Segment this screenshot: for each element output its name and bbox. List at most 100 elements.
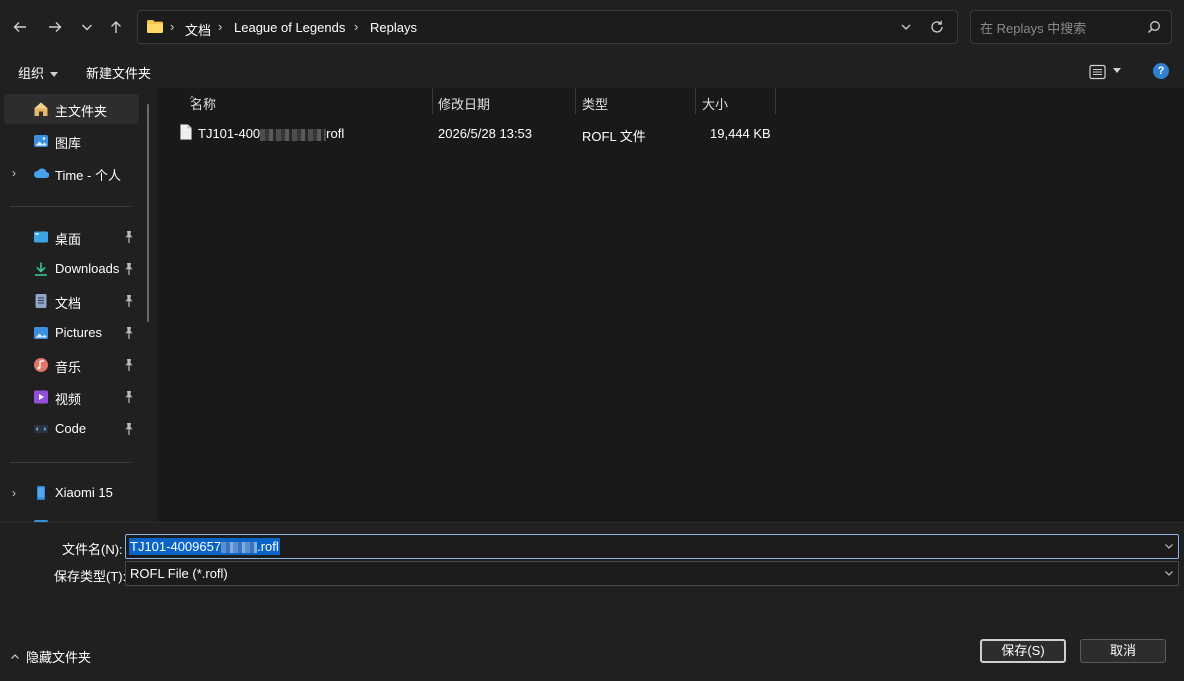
list-view-icon — [1089, 64, 1106, 80]
sidebar-item-partial[interactable] — [4, 510, 139, 522]
sidebar-item-label: Downloads — [55, 261, 120, 276]
sidebar-item-label: 主文件夹 — [55, 104, 108, 119]
pin-icon[interactable] — [123, 358, 135, 372]
file-name-suffix: rofl — [326, 126, 345, 141]
sidebar-item-label: Time - 个人 — [55, 168, 121, 183]
file-type-select[interactable]: ROFL File (*.rofl) — [125, 561, 1179, 586]
filename-suffix: .rofl — [257, 539, 279, 554]
hide-folders-label: 隐藏文件夹 — [26, 650, 92, 665]
video-icon — [34, 390, 48, 404]
code-icon — [34, 425, 48, 433]
pin-icon[interactable] — [123, 390, 135, 404]
sort-ascending-icon: ^ — [190, 94, 195, 104]
new-folder-button[interactable]: 新建文件夹 — [86, 63, 151, 82]
home-icon — [34, 102, 48, 116]
document-icon — [35, 294, 47, 308]
search-icon[interactable] — [1147, 20, 1161, 34]
pin-icon[interactable] — [123, 326, 135, 340]
filename-field[interactable]: TJ101-4009657 .rofl — [125, 534, 1179, 559]
arrow-right-icon — [49, 22, 62, 32]
file-name-prefix: TJ101-400 — [198, 126, 261, 141]
phone-icon — [37, 486, 45, 500]
chevron-down-icon[interactable] — [1164, 568, 1174, 578]
hide-folders-toggle[interactable]: 隐藏文件夹 — [10, 647, 91, 666]
sidebar-item-label: 文档 — [55, 296, 82, 311]
save-button[interactable]: 保存(S) — [980, 639, 1066, 663]
filename-label: 文件名(N): — [62, 542, 123, 557]
arrow-up-icon — [111, 21, 121, 33]
file-type-label: 保存类型(T): — [54, 569, 127, 584]
chevron-down-icon[interactable] — [1164, 541, 1174, 551]
pin-icon[interactable] — [123, 262, 135, 276]
sidebar-item-label: Xiaomi 15 — [55, 485, 113, 500]
column-header-modified[interactable]: 修改日期 — [432, 88, 576, 114]
file-list: 名称 ^ 修改日期 类型 大小 TJ101-400 rofl 2026/5/28 … — [158, 88, 1184, 522]
sidebar-item-pictures[interactable]: Pictures — [4, 318, 139, 348]
breadcrumb-separator: › — [170, 19, 175, 34]
desktop-icon — [34, 231, 48, 243]
back-button[interactable] — [7, 14, 33, 40]
sidebar-item-music[interactable]: 音乐 — [4, 350, 139, 380]
sidebar-item-xiaomi-15[interactable]: › Xiaomi 15 — [4, 478, 139, 508]
pin-icon[interactable] — [123, 422, 135, 436]
breadcrumb-replays[interactable]: Replays — [370, 20, 417, 35]
sidebar-item-downloads[interactable]: Downloads — [4, 254, 139, 284]
chevron-right-icon[interactable]: › — [12, 166, 22, 180]
sidebar-item-desktop[interactable]: 桌面 — [4, 222, 139, 252]
sidebar-item-documents[interactable]: 文档 — [4, 286, 139, 316]
cancel-button[interactable]: 取消 — [1080, 639, 1166, 663]
chevron-down-icon — [82, 24, 92, 31]
sidebar-item-label: 图库 — [55, 136, 82, 151]
sidebar-item-videos[interactable]: 视频 — [4, 382, 139, 412]
organize-button[interactable]: 组织 — [18, 63, 59, 82]
pin-icon[interactable] — [123, 294, 135, 308]
pin-icon[interactable] — [123, 230, 135, 244]
address-history-chevron-icon[interactable] — [899, 20, 913, 34]
sidebar-item-code[interactable]: Code — [4, 414, 139, 444]
address-bar[interactable]: › 文档 › League of Legends › Replays — [137, 10, 958, 44]
breadcrumb-documents[interactable]: 文档 — [185, 20, 211, 39]
breadcrumb-league-of-legends[interactable]: League of Legends — [234, 20, 345, 35]
file-modified: 2026/5/28 13:53 — [438, 126, 532, 141]
command-bar: 组织 新建文件夹 ? — [0, 56, 1184, 88]
filename-prefix: TJ101-4009657 — [130, 539, 222, 554]
sidebar-item-onedrive[interactable]: › Time - 个人 — [4, 158, 139, 188]
column-header-label: 类型 — [582, 97, 609, 112]
view-options-button[interactable] — [1087, 62, 1127, 82]
arrow-left-icon — [13, 22, 26, 32]
organize-label: 组织 — [18, 66, 45, 81]
up-button[interactable] — [103, 14, 129, 40]
sidebar-item-home[interactable]: 主文件夹 — [4, 94, 139, 124]
column-header-size[interactable]: 大小 — [696, 88, 775, 114]
onedrive-icon — [34, 168, 49, 179]
search-input[interactable] — [980, 18, 1140, 38]
file-row[interactable]: TJ101-400 rofl 2026/5/28 13:53 ROFL 文件 19… — [176, 120, 776, 146]
navigation-pane: 主文件夹 图库 › Time - 个人 桌面 Downloads 文档 Pict… — [0, 88, 158, 522]
filename-input[interactable]: TJ101-4009657 .rofl — [129, 538, 280, 555]
gallery-icon — [34, 135, 48, 147]
sidebar-item-gallery[interactable]: 图库 — [4, 126, 139, 156]
search-box[interactable] — [970, 10, 1172, 44]
column-header-name[interactable]: 名称 ^ — [184, 88, 432, 114]
redacted-blur — [260, 128, 327, 141]
help-button[interactable]: ? — [1153, 63, 1169, 79]
column-header-type[interactable]: 类型 — [576, 88, 695, 114]
column-header-label: 修改日期 — [438, 97, 491, 112]
column-divider[interactable] — [775, 88, 776, 114]
chevron-right-icon[interactable]: › — [12, 486, 22, 500]
forward-button[interactable] — [42, 14, 68, 40]
file-name: TJ101-400 rofl — [198, 126, 344, 141]
caret-down-icon — [1113, 68, 1121, 73]
navigation-bar: › 文档 › League of Legends › Replays — [0, 0, 1184, 56]
sidebar-divider — [10, 462, 131, 463]
caret-down-icon — [50, 72, 59, 78]
recent-locations-button[interactable] — [74, 14, 100, 40]
sidebar-scrollbar[interactable] — [147, 104, 149, 322]
music-icon — [34, 358, 48, 372]
download-icon — [35, 262, 47, 276]
chevron-up-icon — [11, 654, 19, 659]
breadcrumb-separator: › — [354, 19, 359, 34]
refresh-icon[interactable] — [929, 19, 945, 35]
file-type-value: ROFL File (*.rofl) — [130, 566, 228, 581]
pictures-icon — [34, 327, 48, 339]
